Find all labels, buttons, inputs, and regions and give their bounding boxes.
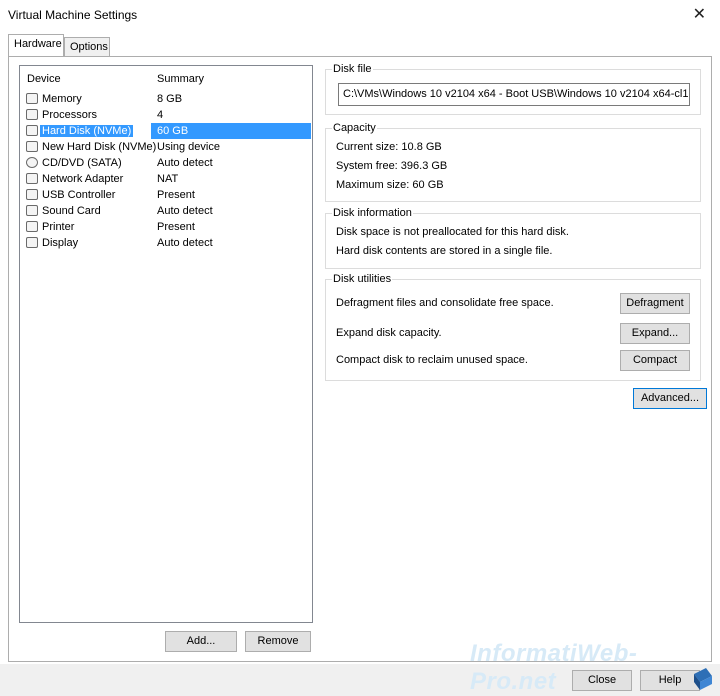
disk-utilities-group: Disk utilities Defragment files and cons…: [325, 273, 701, 381]
device-summary: 60 GB: [157, 125, 189, 137]
device-row-network-adapter[interactable]: Network Adapter NAT: [21, 171, 311, 187]
device-row-new-hard-disk[interactable]: New Hard Disk (NVMe) Using device: [21, 139, 311, 155]
sound-card-icon: [26, 205, 38, 216]
defragment-description: Defragment files and consolidate free sp…: [336, 297, 554, 309]
tab-options[interactable]: Options: [64, 37, 110, 57]
device-summary: Present: [157, 221, 195, 233]
device-row-cd-dvd[interactable]: CD/DVD (SATA) Auto detect: [21, 155, 311, 171]
device-name: Memory: [42, 93, 82, 105]
display-icon: [26, 237, 38, 248]
device-list[interactable]: Device Summary Memory 8 GB Processors 4 …: [19, 65, 313, 623]
device-summary: Using device: [157, 141, 220, 153]
tab-content: Device Summary Memory 8 GB Processors 4 …: [8, 56, 712, 662]
device-summary: 8 GB: [157, 93, 183, 105]
system-free-text: System free: 396.3 GB: [336, 160, 448, 172]
watermark: InformatiWeb-Pro.net: [470, 640, 720, 696]
device-summary: Auto detect: [157, 205, 213, 217]
disk-utilities-legend: Disk utilities: [332, 273, 393, 285]
title-bar: Virtual Machine Settings ✕: [0, 0, 720, 30]
device-row-display[interactable]: Display Auto detect: [21, 235, 311, 251]
device-row-processors[interactable]: Processors 4: [21, 107, 311, 123]
device-summary: NAT: [157, 173, 179, 185]
remove-device-button[interactable]: Remove: [245, 631, 311, 652]
processor-icon: [26, 109, 38, 120]
device-row-memory[interactable]: Memory 8 GB: [21, 91, 311, 107]
advanced-button[interactable]: Advanced...: [633, 388, 707, 409]
expand-description: Expand disk capacity.: [336, 327, 442, 339]
device-row-hard-disk[interactable]: Hard Disk (NVMe) 60 GB: [21, 123, 311, 139]
expand-button[interactable]: Expand...: [620, 323, 690, 344]
disk-file-group: Disk file C:\VMs\Windows 10 v2104 x64 - …: [325, 63, 701, 115]
disk-information-group: Disk information Disk space is not preal…: [325, 207, 701, 269]
capacity-legend: Capacity: [332, 122, 377, 134]
disk-info-line-2: Hard disk contents are stored in a singl…: [336, 245, 553, 257]
tab-hardware[interactable]: Hardware: [8, 34, 64, 56]
network-adapter-icon: [26, 173, 38, 184]
watermark-logo-icon: [694, 668, 712, 690]
device-row-printer[interactable]: Printer Present: [21, 219, 311, 235]
device-name: Sound Card: [42, 205, 101, 217]
compact-button[interactable]: Compact: [620, 350, 690, 371]
compact-description: Compact disk to reclaim unused space.: [336, 354, 528, 366]
watermark-text: InformatiWeb-Pro.net: [470, 640, 638, 695]
usb-controller-icon: [26, 189, 38, 200]
window-title: Virtual Machine Settings: [8, 8, 138, 22]
memory-icon: [26, 93, 38, 104]
capacity-group: Capacity Current size: 10.8 GB System fr…: [325, 122, 701, 202]
device-summary: Auto detect: [157, 237, 213, 249]
device-column-header: Device: [27, 73, 61, 85]
disk-info-line-1: Disk space is not preallocated for this …: [336, 226, 569, 238]
cd-dvd-icon: [26, 157, 38, 168]
close-icon[interactable]: ✕: [693, 4, 706, 24]
device-summary: 4: [157, 109, 164, 121]
device-name: New Hard Disk (NVMe): [42, 141, 157, 153]
device-name: Network Adapter: [42, 173, 124, 185]
current-size-text: Current size: 10.8 GB: [336, 141, 442, 153]
summary-column-header: Summary: [157, 73, 205, 85]
device-summary: Present: [157, 189, 195, 201]
device-row-usb-controller[interactable]: USB Controller Present: [21, 187, 311, 203]
device-row-sound-card[interactable]: Sound Card Auto detect: [21, 203, 311, 219]
hard-disk-icon: [26, 125, 38, 136]
disk-file-legend: Disk file: [332, 63, 373, 75]
defragment-button[interactable]: Defragment: [620, 293, 690, 314]
device-summary: Auto detect: [157, 157, 213, 169]
maximum-size-text: Maximum size: 60 GB: [336, 179, 444, 191]
printer-icon: [26, 221, 38, 232]
disk-information-legend: Disk information: [332, 207, 413, 219]
hard-disk-icon: [26, 141, 38, 152]
device-name: Display: [42, 237, 79, 249]
device-name: Hard Disk (NVMe): [40, 125, 134, 137]
device-name: USB Controller: [42, 189, 116, 201]
device-list-header: Device Summary: [20, 66, 312, 88]
disk-file-path-field[interactable]: C:\VMs\Windows 10 v2104 x64 - Boot USB\W…: [338, 83, 690, 106]
device-name: CD/DVD (SATA): [42, 157, 122, 169]
device-name: Processors: [42, 109, 98, 121]
add-device-button[interactable]: Add...: [165, 631, 237, 652]
device-name: Printer: [42, 221, 75, 233]
